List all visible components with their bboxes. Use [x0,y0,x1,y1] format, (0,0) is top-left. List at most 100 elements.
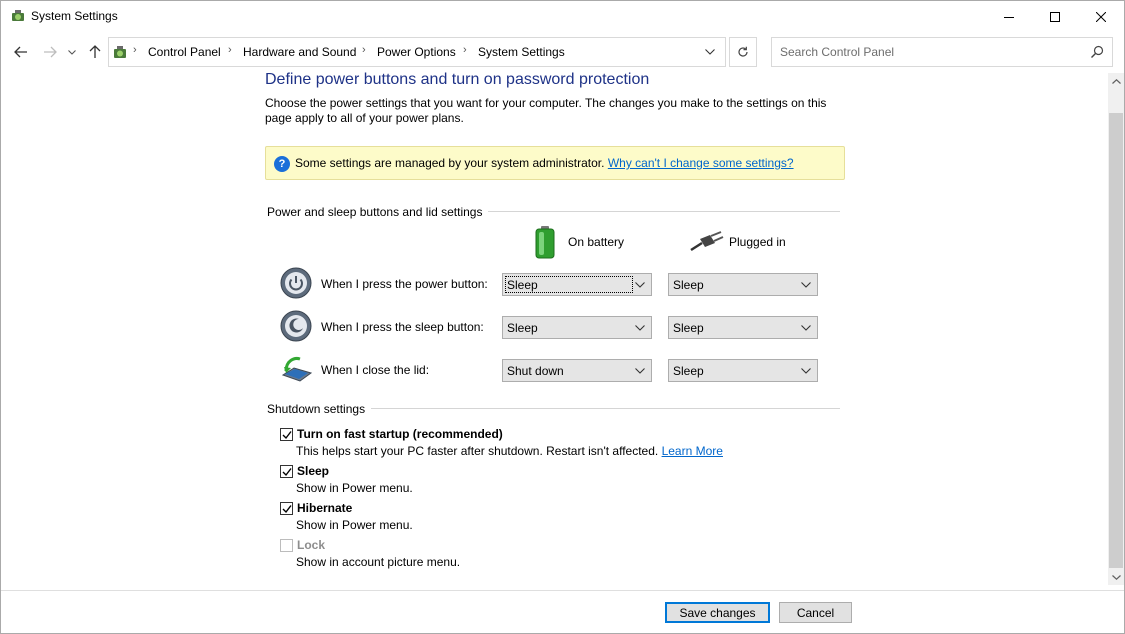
admin-info-message: Some settings are managed by your system… [295,156,794,170]
shutdown-section-title: Shutdown settings [267,402,372,416]
search-icon[interactable] [1090,45,1104,59]
admin-info-bar: ? Some settings are managed by your syst… [265,146,845,180]
scroll-up-button[interactable] [1108,73,1124,89]
lock-option-label: Lock [297,538,326,552]
maximize-icon [1050,11,1060,22]
sleep-button-label: When I press the sleep button: [321,320,484,334]
chevron-down-icon [68,49,76,55]
help-icon: ? [274,156,290,172]
title-bar: System Settings [1,1,1124,32]
scrollbar-thumb[interactable] [1109,113,1123,568]
arrow-left-icon [14,46,27,58]
breadcrumb-separator: › [463,44,467,56]
close-icon [1096,11,1106,22]
breadcrumb-system-settings[interactable]: System Settings [478,45,565,59]
cancel-button[interactable]: Cancel [779,602,852,623]
chevron-down-icon [1111,574,1121,580]
fast-startup-label[interactable]: Turn on fast startup (recommended) [297,427,503,441]
refresh-button[interactable] [729,37,757,67]
power-button-battery-select[interactable]: Sleep [502,273,652,296]
breadcrumb-power-options[interactable]: Power Options [377,45,456,59]
refresh-icon [738,46,748,57]
arrow-up-icon [89,45,101,58]
control-panel-icon [114,46,126,58]
power-options-icon [12,10,24,21]
minimize-button[interactable] [986,1,1032,32]
window-title: System Settings [31,9,118,23]
save-changes-button[interactable]: Save changes [665,602,770,623]
lock-checkbox [280,539,293,552]
address-history-button[interactable] [701,44,719,60]
sleep-button-plugged-select[interactable]: Sleep [668,316,818,339]
plugged-in-column-header: Plugged in [729,235,786,249]
close-lid-plugged-select[interactable]: Sleep [668,359,818,382]
sleep-button-battery-select[interactable]: Sleep [502,316,652,339]
checkmark-icon [282,468,292,477]
address-bar[interactable]: › Control Panel › Hardware and Sound › P… [108,37,726,67]
search-box [771,37,1113,67]
close-button[interactable] [1078,1,1124,32]
power-button-plugged-select[interactable]: Sleep [668,273,818,296]
breadcrumb-control-panel[interactable]: Control Panel [148,45,221,59]
vertical-scrollbar[interactable] [1108,73,1124,585]
navigation-bar: › Control Panel › Hardware and Sound › P… [1,37,1124,67]
system-settings-window: System Settings › Control Panel › Hardwa… [0,0,1125,634]
checkmark-icon [282,505,292,514]
chevron-down-icon [801,368,811,374]
sleep-button-icon [280,310,312,342]
fast-startup-description-text: This helps start your PC faster after sh… [296,444,659,458]
recent-locations-button[interactable] [65,42,79,62]
why-cant-i-change-link[interactable]: Why can't I change some settings? [608,156,794,170]
close-lid-battery-select[interactable]: Shut down [502,359,652,382]
power-buttons-section-title: Power and sleep buttons and lid settings [267,205,489,219]
close-lid-label: When I close the lid: [321,363,430,377]
page-title: Define power buttons and turn on passwor… [265,71,650,88]
chevron-down-icon [635,282,645,288]
content-area: Define power buttons and turn on passwor… [1,67,1107,589]
chevron-up-icon [1111,78,1121,84]
search-input[interactable] [773,39,1073,65]
scroll-down-button[interactable] [1108,569,1124,585]
page-description: Choose the power settings that you want … [265,96,827,125]
breadcrumb-separator: › [133,44,137,56]
minimize-icon [1004,16,1014,18]
close-lid-battery-value: Shut down [507,364,564,378]
on-battery-column-header: On battery [568,235,625,249]
power-button-plugged-value: Sleep [673,278,704,292]
laptop-lid-icon [281,357,312,382]
close-lid-plugged-value: Sleep [673,364,704,378]
chevron-down-icon [801,282,811,288]
chevron-down-icon [635,368,645,374]
sleep-button-plugged-value: Sleep [673,321,704,335]
fast-startup-checkbox[interactable] [280,428,293,441]
back-button[interactable] [11,42,31,62]
sleep-checkbox[interactable] [280,465,293,478]
sleep-option-label[interactable]: Sleep [297,464,329,478]
breadcrumb-separator: › [362,44,366,56]
sleep-option-description: Show in Power menu. [296,481,413,495]
chevron-down-icon [635,325,645,331]
power-button-icon [280,267,312,299]
maximize-button[interactable] [1032,1,1078,32]
power-button-label: When I press the power button: [321,277,488,291]
arrow-right-icon [44,46,57,58]
battery-icon [535,226,555,259]
sleep-button-battery-value: Sleep [507,321,538,335]
hibernate-checkbox[interactable] [280,502,293,515]
power-plug-icon [690,231,724,252]
chevron-down-icon [705,49,715,55]
hibernate-option-label[interactable]: Hibernate [297,501,352,515]
lock-option-description: Show in account picture menu. [296,555,461,569]
power-button-battery-value: Sleep [507,278,538,292]
forward-button[interactable] [40,42,60,62]
admin-info-text: Some settings are managed by your system… [295,156,605,170]
hibernate-option-description: Show in Power menu. [296,518,413,532]
fast-startup-description: This helps start your PC faster after sh… [296,444,723,458]
learn-more-link[interactable]: Learn More [662,444,723,458]
checkmark-icon [282,431,292,440]
breadcrumb-hardware-and-sound[interactable]: Hardware and Sound [243,45,356,59]
footer-divider [1,590,1124,591]
breadcrumb-separator: › [228,44,232,56]
up-button[interactable] [85,42,105,62]
chevron-down-icon [801,325,811,331]
